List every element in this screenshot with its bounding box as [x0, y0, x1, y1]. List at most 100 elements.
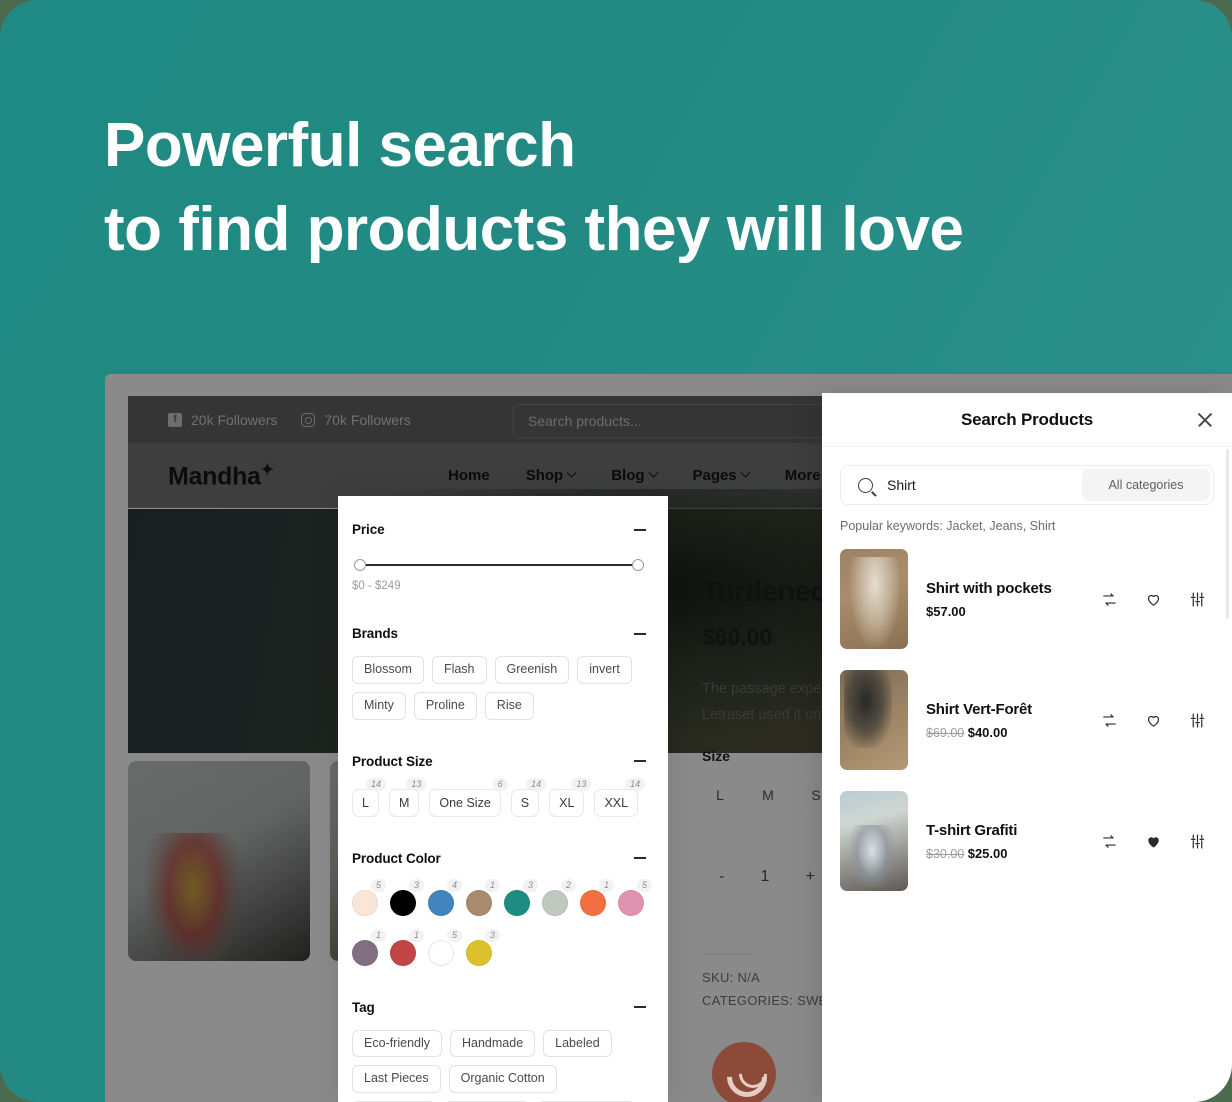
- product-thumbnail[interactable]: [840, 549, 908, 649]
- product-name[interactable]: T-shirt Grafiti: [926, 822, 1101, 839]
- store-logo[interactable]: Mandha✦: [168, 460, 274, 491]
- product-name[interactable]: Shirt with pockets: [926, 580, 1101, 597]
- brand-chip[interactable]: Blossom: [352, 656, 424, 684]
- minus-icon[interactable]: [634, 1006, 646, 1008]
- category-selector[interactable]: All categories: [1082, 469, 1210, 501]
- instagram-followers[interactable]: 70k Followers: [301, 412, 411, 428]
- quantity-decrement[interactable]: -: [719, 868, 724, 886]
- brand-badge: [712, 1042, 776, 1102]
- brand-chip[interactable]: Proline: [413, 691, 477, 720]
- nav-item-home[interactable]: Home: [448, 467, 490, 484]
- color-swatch-orange[interactable]: 1: [580, 878, 614, 916]
- swatch-dot: [352, 889, 378, 916]
- tag-chip[interactable]: Eco-friendly: [352, 1029, 442, 1058]
- color-swatch-brown[interactable]: 1: [466, 878, 500, 916]
- color-swatch-pink[interactable]: 5: [618, 878, 652, 916]
- compare-icon[interactable]: [1101, 712, 1118, 729]
- facebook-icon: f: [168, 412, 182, 427]
- search-result-item[interactable]: Shirt with pockets $57.00: [822, 549, 1232, 649]
- color-swatch-teal[interactable]: 3: [504, 878, 538, 916]
- color-swatch-yellow[interactable]: 3: [466, 928, 500, 966]
- swatch-dot: [390, 939, 416, 966]
- product-thumbnail[interactable]: [840, 791, 908, 891]
- minus-icon[interactable]: [634, 857, 646, 859]
- size-filter-option[interactable]: L 14: [352, 777, 386, 817]
- size-count-badge: 6: [492, 777, 508, 791]
- search-result-item[interactable]: T-shirt Grafiti $30.00 $25.00: [822, 791, 1232, 891]
- filter-header-product-size[interactable]: Product Size: [352, 754, 646, 769]
- nav-item-shop[interactable]: Shop: [526, 467, 577, 484]
- slider-handle-min[interactable]: [354, 559, 366, 571]
- scrollbar[interactable]: [1226, 449, 1229, 619]
- minus-icon[interactable]: [634, 632, 646, 635]
- quantity-increment[interactable]: +: [806, 868, 815, 886]
- tag-chip[interactable]: Labeled: [543, 1029, 612, 1058]
- product-name[interactable]: Shirt Vert-Forêt: [926, 701, 1101, 718]
- brand-chip[interactable]: invert: [577, 656, 632, 684]
- size-filter-option[interactable]: M 13: [388, 777, 427, 817]
- search-input[interactable]: Shirt: [887, 477, 1082, 493]
- product-thumbnail[interactable]: [840, 670, 908, 770]
- settings-sliders-icon[interactable]: [1189, 712, 1206, 729]
- product-categories: CATEGORIES: SWEATERS: [702, 993, 822, 1008]
- brand-chip[interactable]: Rise: [484, 691, 534, 720]
- minus-icon[interactable]: [634, 760, 646, 762]
- slider-handle-max[interactable]: [632, 559, 644, 571]
- color-swatch-white[interactable]: 5: [428, 928, 462, 966]
- settings-sliders-icon[interactable]: [1189, 591, 1206, 608]
- size-count-badge: 14: [526, 777, 547, 791]
- size-option-list: L 14 M 13 One Size 6 S 14 XL 13 XXL 14: [352, 777, 646, 817]
- tag-chip[interactable]: Organic Cotton: [448, 1065, 557, 1093]
- color-swatch-black[interactable]: 3: [390, 878, 424, 916]
- size-option-m[interactable]: M: [750, 778, 786, 812]
- size-option-s[interactable]: S: [798, 778, 822, 812]
- settings-sliders-icon[interactable]: [1189, 833, 1206, 850]
- product-meta: SKU: N/A CATEGORIES: SWEATERS: [702, 966, 822, 1012]
- compare-icon[interactable]: [1101, 833, 1118, 850]
- compare-icon[interactable]: [1101, 591, 1118, 608]
- color-swatch-cream[interactable]: 5: [352, 878, 386, 916]
- size-filter-option[interactable]: One Size 6: [429, 777, 508, 817]
- gallery-item[interactable]: [128, 761, 310, 961]
- filter-header-price[interactable]: Price: [352, 522, 646, 537]
- minus-icon[interactable]: [634, 528, 646, 531]
- quantity-stepper[interactable]: - 1 +: [702, 854, 822, 900]
- brand-chip[interactable]: Minty: [352, 691, 406, 720]
- search-result-item[interactable]: Shirt Vert-Forêt $69.00 $40.00: [822, 670, 1232, 770]
- brand-chip[interactable]: Greenish: [494, 656, 570, 684]
- product-price: $69.00 $40.00: [926, 725, 1101, 740]
- color-swatch-blue[interactable]: 4: [428, 878, 462, 916]
- price-range-slider[interactable]: [354, 559, 644, 571]
- color-swatch-purple[interactable]: 1: [352, 928, 386, 966]
- size-filter-option[interactable]: XXL 14: [594, 777, 646, 817]
- filter-title-price: Price: [352, 522, 385, 537]
- close-icon[interactable]: [1196, 411, 1214, 429]
- filter-header-brands[interactable]: Brands: [352, 626, 646, 641]
- heart-icon[interactable]: [1145, 833, 1162, 850]
- filter-header-tag[interactable]: Tag: [352, 1000, 646, 1015]
- size-option-l[interactable]: L: [702, 778, 738, 812]
- heart-icon[interactable]: [1145, 591, 1162, 608]
- heart-icon[interactable]: [1145, 712, 1162, 729]
- product-price: $57.00: [926, 604, 1101, 619]
- size-filter-option[interactable]: S 14: [510, 777, 547, 817]
- chevron-down-icon: [648, 467, 658, 478]
- moon-icon: [727, 1057, 761, 1091]
- nav-item-pages[interactable]: Pages: [693, 467, 751, 484]
- tag-chip[interactable]: Last Pieces: [352, 1065, 441, 1093]
- product-actions: [1101, 591, 1206, 608]
- facebook-followers[interactable]: f 20k Followers: [168, 412, 277, 428]
- nav-item-blog[interactable]: Blog: [611, 467, 658, 484]
- color-swatch-sage[interactable]: 2: [542, 878, 576, 916]
- brand-chip[interactable]: Flash: [431, 656, 487, 684]
- product-old-price: $69.00: [926, 725, 965, 740]
- color-swatch-red[interactable]: 1: [390, 928, 424, 966]
- size-filter-option[interactable]: XL 13: [549, 777, 592, 817]
- search-bar[interactable]: Shirt All categories: [840, 465, 1214, 505]
- price-range-label: $0 - $249: [352, 580, 401, 592]
- divider: [702, 954, 754, 955]
- color-count-badge: 4: [446, 878, 462, 892]
- filter-header-product-color[interactable]: Product Color: [352, 851, 646, 866]
- tag-chip[interactable]: Handmade: [450, 1029, 536, 1058]
- filter-title-product-size: Product Size: [352, 753, 433, 769]
